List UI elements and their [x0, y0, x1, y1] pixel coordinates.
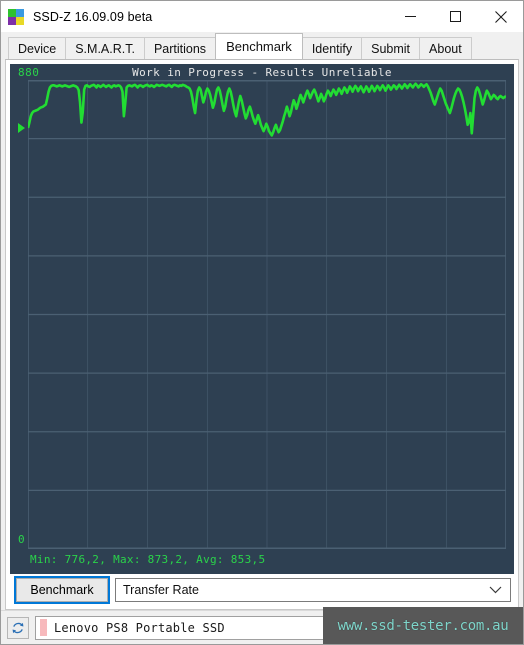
- stats-line: Min: 776,2, Max: 873,2, Avg: 853,5: [30, 553, 266, 566]
- graph-title: Work in Progress - Results Unreliable: [132, 66, 392, 79]
- axis-min-label: 0: [18, 533, 25, 546]
- benchmark-mode-value: Transfer Rate: [123, 583, 199, 597]
- current-value-marker: [18, 122, 25, 133]
- plot-area: [28, 80, 506, 549]
- benchmark-controls: Benchmark Transfer Rate: [6, 574, 518, 606]
- tab-smart[interactable]: S.M.A.R.T.: [65, 37, 145, 59]
- refresh-icon[interactable]: [7, 616, 29, 639]
- device-color-swatch: [40, 619, 47, 636]
- tab-device[interactable]: Device: [8, 37, 67, 59]
- tab-submit[interactable]: Submit: [361, 37, 421, 59]
- benchmark-graph: Work in Progress - Results Unreliable 88…: [10, 64, 514, 574]
- window-controls: [388, 1, 523, 32]
- benchmark-mode-select[interactable]: Transfer Rate: [115, 578, 511, 602]
- plot-svg: [28, 80, 506, 549]
- axis-max-label: 880: [18, 66, 40, 79]
- maximize-button[interactable]: [433, 1, 478, 32]
- chevron-down-icon: [489, 586, 502, 594]
- window-title: SSD-Z 16.09.09 beta: [33, 9, 153, 24]
- minimize-button[interactable]: [388, 1, 433, 32]
- tab-partitions[interactable]: Partitions: [143, 37, 217, 59]
- device-display[interactable]: Lenovo PS8 Portable SSD: [35, 615, 521, 640]
- run-benchmark-button[interactable]: Benchmark: [14, 576, 110, 604]
- tab-identify[interactable]: Identify: [301, 37, 363, 59]
- status-bar: Lenovo PS8 Portable SSD: [1, 610, 523, 644]
- tab-benchmark[interactable]: Benchmark: [215, 33, 303, 59]
- close-button[interactable]: [478, 1, 523, 32]
- tab-about[interactable]: About: [419, 37, 472, 59]
- app-grid-icon: [8, 8, 24, 25]
- benchmark-panel: Work in Progress - Results Unreliable 88…: [5, 59, 519, 610]
- device-name-label: Lenovo PS8 Portable SSD: [54, 620, 225, 635]
- tab-bar: Device S.M.A.R.T. Partitions Benchmark I…: [1, 32, 523, 59]
- app-window: SSD-Z 16.09.09 beta Device S.M.A.R.T. Pa…: [0, 0, 524, 645]
- title-bar: SSD-Z 16.09.09 beta: [1, 1, 523, 32]
